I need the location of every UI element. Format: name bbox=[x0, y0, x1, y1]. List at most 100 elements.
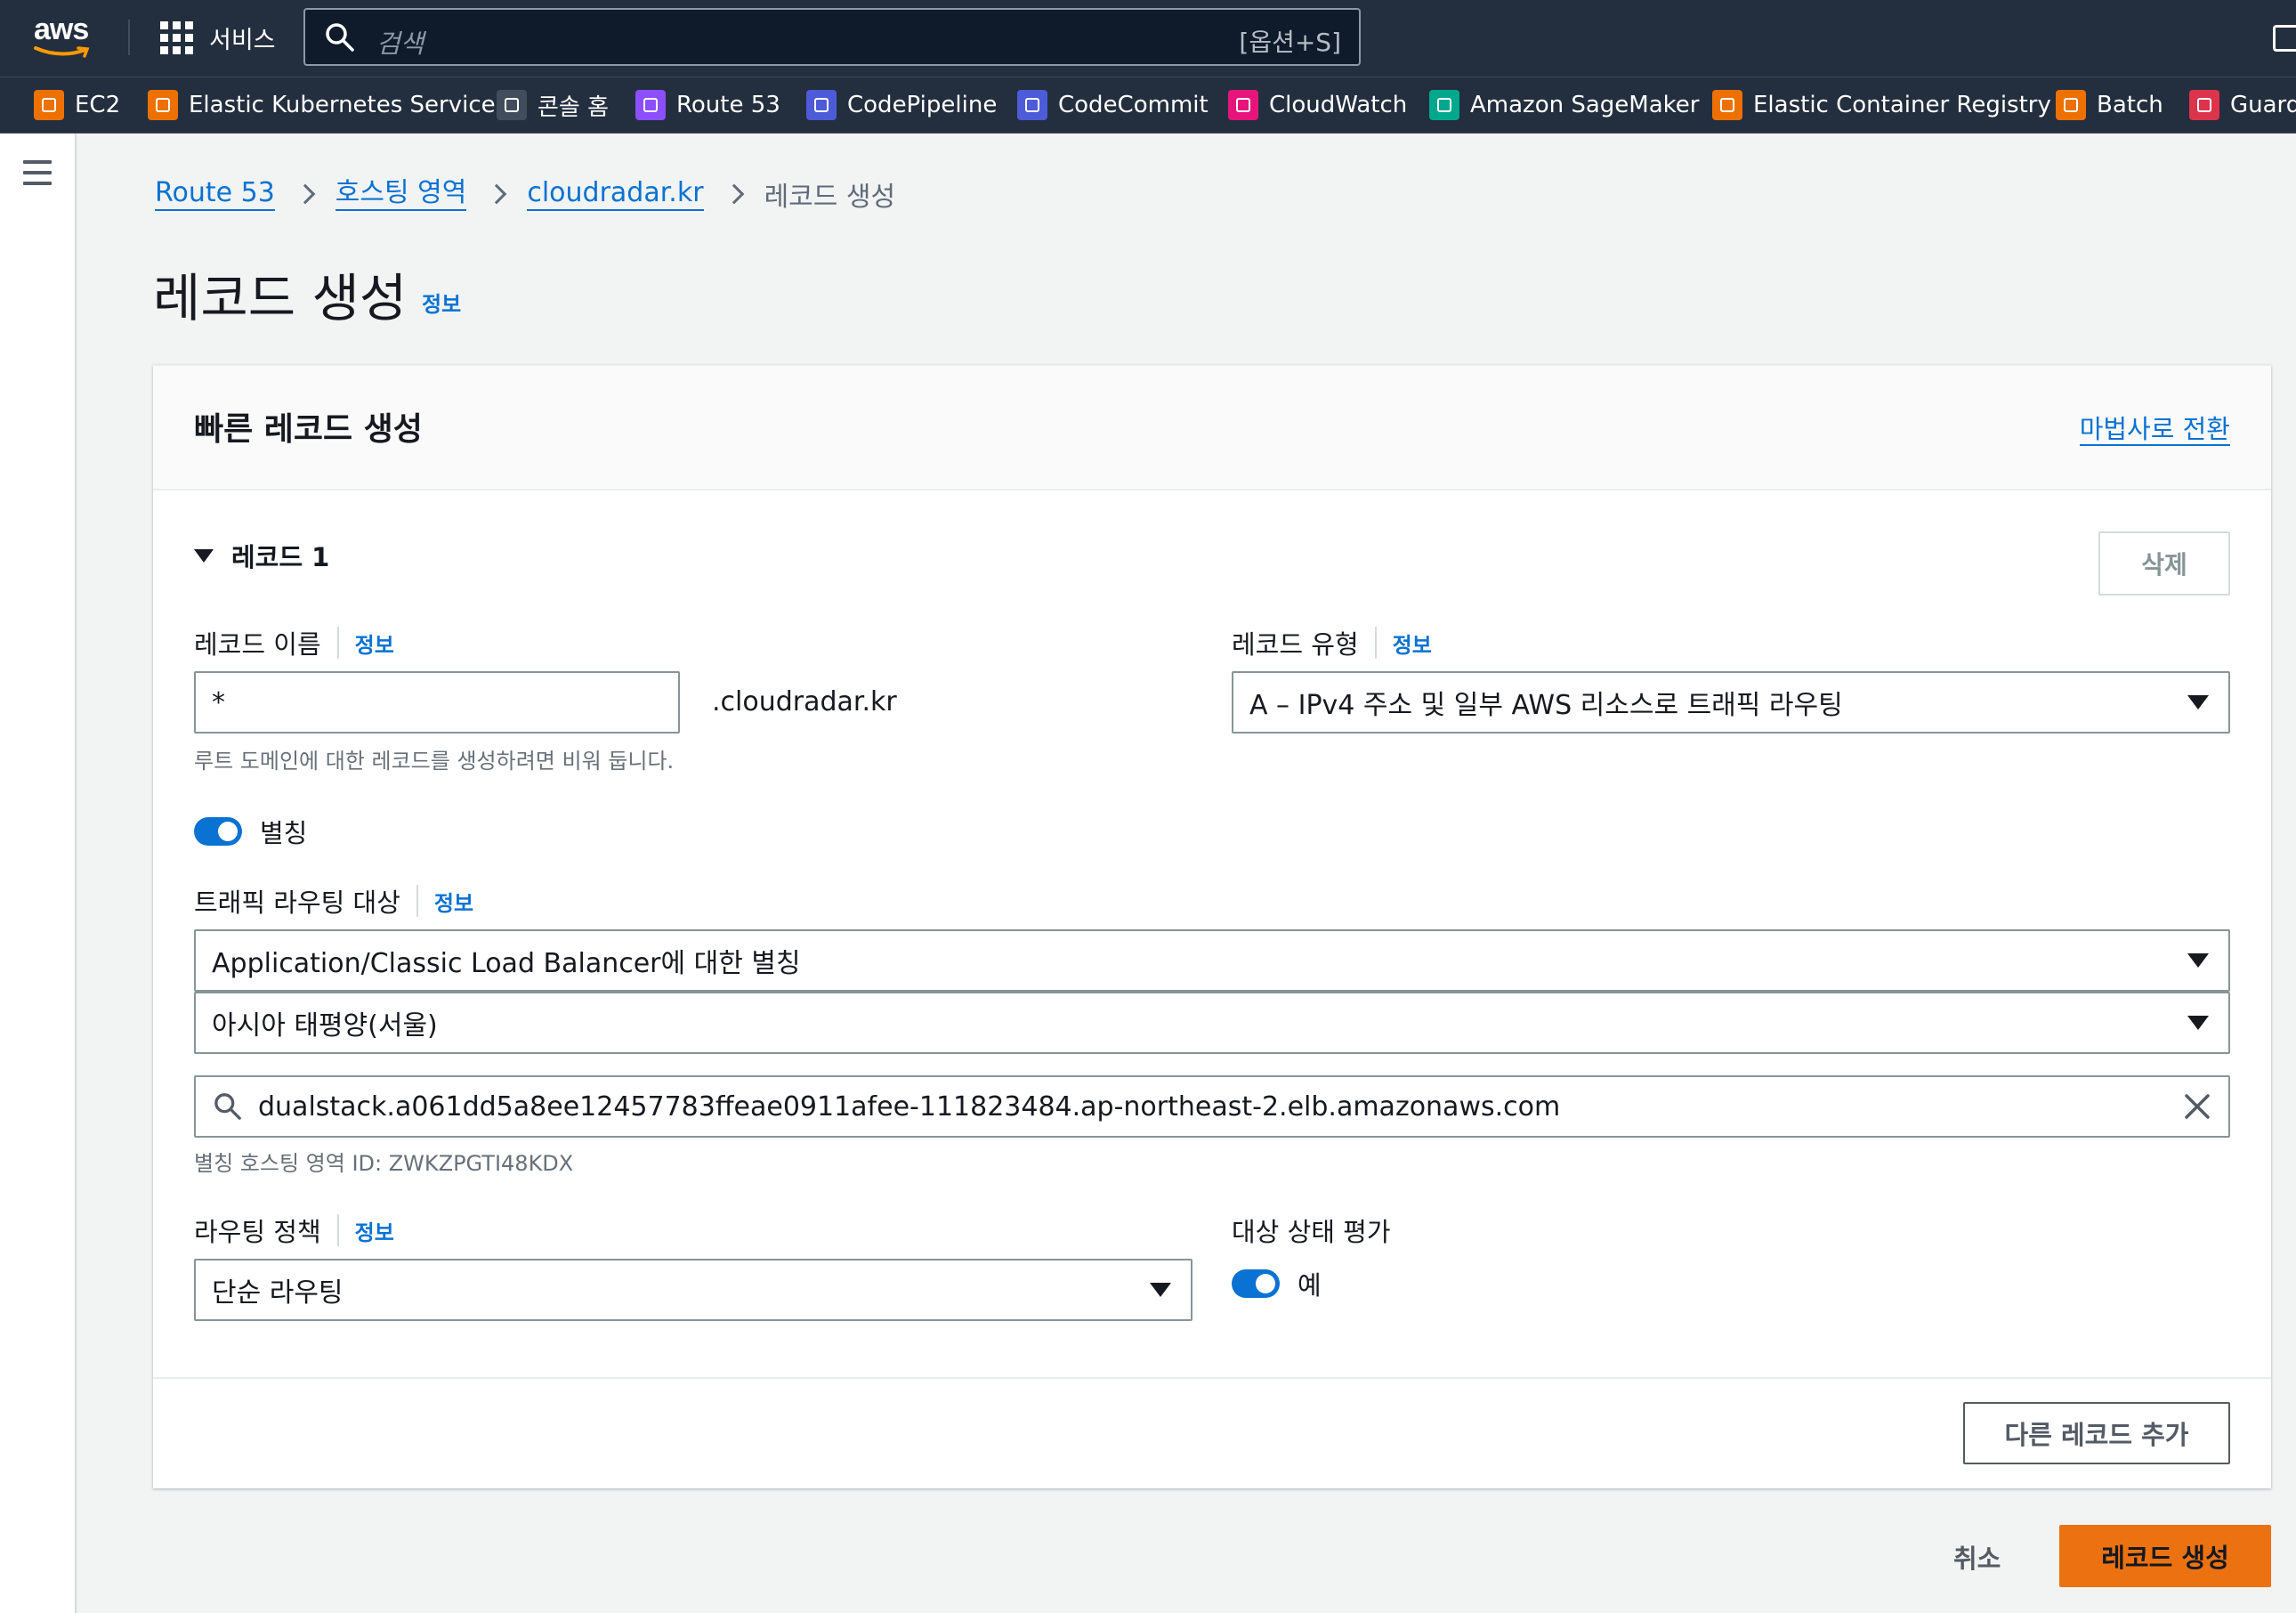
create-records-button[interactable]: 레코드 생성 bbox=[2059, 1525, 2271, 1587]
favorite-console-home[interactable]: 콘솔 홈 bbox=[497, 89, 609, 121]
label-divider bbox=[336, 1214, 339, 1246]
health-label: 대상 상태 평가 bbox=[1232, 1217, 1391, 1247]
chevron-right-icon bbox=[487, 183, 507, 205]
health-value: 예 bbox=[1298, 1270, 1322, 1301]
favorite-codecommit[interactable]: CodeCommit bbox=[1017, 89, 1209, 121]
cloudwatch-icon bbox=[1228, 90, 1258, 120]
health-toggle[interactable] bbox=[1232, 1269, 1280, 1298]
chevron-right-icon bbox=[295, 183, 316, 205]
favorite-label: Batch bbox=[2097, 92, 2163, 118]
favorite-label: CodePipeline bbox=[847, 92, 998, 118]
favorite-label: CloudWatch bbox=[1269, 92, 1408, 118]
aws-logo[interactable]: aws bbox=[34, 12, 96, 59]
alias-toggle[interactable] bbox=[194, 817, 242, 846]
cancel-button[interactable]: 취소 bbox=[1953, 1538, 2001, 1576]
routing-policy-label-row: 라우팅 정책 정보 bbox=[194, 1212, 394, 1249]
codecommit-icon bbox=[1017, 90, 1047, 120]
record-name-label-row: 레코드 이름 정보 bbox=[194, 624, 394, 661]
route-target-label: 트래픽 라우팅 대상 bbox=[194, 888, 400, 918]
favorite-label: Amazon SageMaker bbox=[1470, 92, 1700, 118]
aws-logo-text: aws bbox=[34, 12, 89, 46]
switch-to-wizard-link[interactable]: 마법사로 전환 bbox=[2079, 414, 2230, 446]
favorite-label: Guard bbox=[2230, 92, 2296, 118]
chevron-right-icon bbox=[724, 183, 744, 205]
endpoint-type-value: Application/Classic Load Balancer에 대한 별칭 bbox=[212, 948, 801, 979]
record-name-label: 레코드 이름 bbox=[194, 629, 321, 660]
favorite-eks[interactable]: Elastic Kubernetes Service bbox=[148, 89, 496, 121]
record-1-title: 레코드 1 bbox=[231, 542, 330, 572]
delete-record-button[interactable]: 삭제 bbox=[2098, 531, 2230, 596]
alias-label: 별칭 bbox=[260, 818, 308, 848]
caret-down-icon bbox=[194, 548, 214, 563]
breadcrumb-current: 레코드 생성 bbox=[764, 182, 896, 213]
alias-toggle-row: 별칭 bbox=[194, 813, 307, 850]
favorite-label: Route 53 bbox=[676, 92, 780, 118]
record-1-expander[interactable]: 레코드 1 bbox=[194, 537, 329, 574]
eks-icon bbox=[148, 90, 178, 120]
cloudshell-icon[interactable] bbox=[2273, 25, 2296, 52]
route-target-info-link[interactable]: 정보 bbox=[434, 886, 473, 917]
domain-suffix: .cloudradar.kr bbox=[712, 686, 897, 717]
favorite-label: Elastic Kubernetes Service bbox=[189, 92, 496, 118]
record-type-select[interactable]: A – IPv4 주소 및 일부 AWS 리소스로 트래픽 라우팅 bbox=[1232, 671, 2230, 734]
caret-down-icon bbox=[2187, 953, 2209, 968]
nav-divider bbox=[128, 20, 130, 55]
favorite-cloudwatch[interactable]: CloudWatch bbox=[1228, 89, 1407, 121]
label-divider bbox=[1374, 627, 1377, 659]
favorite-ecr[interactable]: Elastic Container Registry bbox=[1712, 89, 2051, 121]
routing-policy-info-link[interactable]: 정보 bbox=[355, 1215, 394, 1246]
route53-icon bbox=[635, 90, 666, 120]
global-search-input[interactable]: 검색 [옵션+S] bbox=[303, 8, 1361, 66]
favorite-label: CodeCommit bbox=[1058, 92, 1209, 118]
panel-divider bbox=[153, 1377, 2271, 1379]
search-icon bbox=[214, 1093, 241, 1120]
clear-icon[interactable] bbox=[2184, 1093, 2211, 1120]
favorite-codepipeline[interactable]: CodePipeline bbox=[806, 89, 997, 121]
record-type-value: A – IPv4 주소 및 일부 AWS 리소스로 트래픽 라우팅 bbox=[1249, 690, 1843, 721]
favorite-batch[interactable]: Batch bbox=[2056, 89, 2163, 121]
panel-title: 빠른 레코드 생성 bbox=[194, 411, 423, 448]
alias-zone-hint: 별칭 호스팅 영역 ID: ZWKZPGTI48KDX bbox=[194, 1151, 574, 1176]
caret-down-icon bbox=[2187, 1016, 2209, 1030]
search-icon bbox=[326, 23, 354, 52]
breadcrumb-hosted-zones[interactable]: 호스팅 영역 bbox=[335, 177, 467, 211]
breadcrumb-route53[interactable]: Route 53 bbox=[155, 177, 275, 211]
hamburger-menu-icon[interactable] bbox=[23, 160, 52, 192]
record-type-info-link[interactable]: 정보 bbox=[1393, 628, 1432, 659]
add-record-button[interactable]: 다른 레코드 추가 bbox=[1963, 1402, 2230, 1464]
routing-policy-select[interactable]: 단순 라우팅 bbox=[194, 1259, 1192, 1321]
routing-policy-value: 단순 라우팅 bbox=[212, 1277, 344, 1309]
search-placeholder: 검색 bbox=[376, 28, 424, 59]
favorite-ec2[interactable]: EC2 bbox=[34, 89, 120, 121]
region-select[interactable]: 아시아 태평양(서울) bbox=[194, 992, 2230, 1054]
favorite-label: EC2 bbox=[75, 92, 121, 118]
record-name-info-link[interactable]: 정보 bbox=[355, 628, 394, 659]
sagemaker-icon bbox=[1429, 90, 1459, 120]
label-divider bbox=[416, 885, 418, 917]
favorite-guardduty[interactable]: Guard bbox=[2189, 89, 2296, 121]
endpoint-type-select[interactable]: Application/Classic Load Balancer에 대한 별칭 bbox=[194, 929, 2230, 992]
batch-icon bbox=[2056, 90, 2086, 120]
region-value: 아시아 태평양(서울) bbox=[212, 1010, 438, 1042]
codepipeline-icon bbox=[806, 90, 837, 120]
aws-smile-icon bbox=[34, 46, 90, 58]
record-name-input[interactable]: * bbox=[194, 671, 680, 734]
breadcrumb-zone[interactable]: cloudradar.kr bbox=[527, 177, 704, 211]
endpoint-value: dualstack.a061dd5a8ee12457783ffeae0911af… bbox=[258, 1090, 1561, 1123]
favorite-sagemaker[interactable]: Amazon SageMaker bbox=[1429, 89, 1699, 121]
page-info-link[interactable]: 정보 bbox=[422, 287, 461, 318]
services-menu-button[interactable]: 서비스 bbox=[160, 20, 276, 55]
services-label: 서비스 bbox=[209, 26, 276, 54]
search-shortcut: [옵션+S] bbox=[1239, 28, 1341, 57]
endpoint-search-input[interactable]: dualstack.a061dd5a8ee12457783ffeae0911af… bbox=[194, 1075, 2230, 1138]
routing-policy-label: 라우팅 정책 bbox=[194, 1217, 321, 1247]
record-name-hint: 루트 도메인에 대한 레코드를 생성하려면 비워 둡니다. bbox=[194, 749, 675, 774]
caret-down-icon bbox=[1150, 1283, 1171, 1297]
ec2-icon bbox=[34, 90, 64, 120]
favorite-route53[interactable]: Route 53 bbox=[635, 89, 780, 121]
record-type-label: 레코드 유형 bbox=[1232, 629, 1359, 660]
health-toggle-row: 예 bbox=[1232, 1265, 1322, 1302]
favorite-label: 콘솔 홈 bbox=[538, 93, 610, 121]
side-navigation-rail bbox=[0, 134, 77, 1613]
label-divider bbox=[336, 627, 339, 659]
